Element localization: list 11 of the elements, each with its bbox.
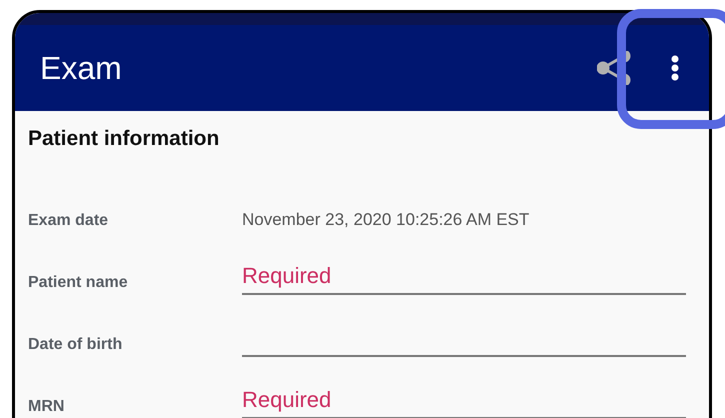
field-label: Exam date (28, 210, 110, 230)
field-label: MRN (28, 396, 66, 416)
share-icon[interactable] (597, 51, 631, 85)
field-value: November 23, 2020 10:25:26 AM EST (242, 209, 530, 231)
field-label: Patient name (28, 272, 129, 292)
app-bar-title: Exam (40, 49, 123, 88)
input-field[interactable]: Required (242, 258, 686, 294)
input-field[interactable]: Required (242, 382, 686, 418)
field-label: Date of birth (28, 334, 124, 354)
section-title: Patient information (28, 126, 220, 152)
more-options-icon[interactable] (671, 55, 679, 81)
